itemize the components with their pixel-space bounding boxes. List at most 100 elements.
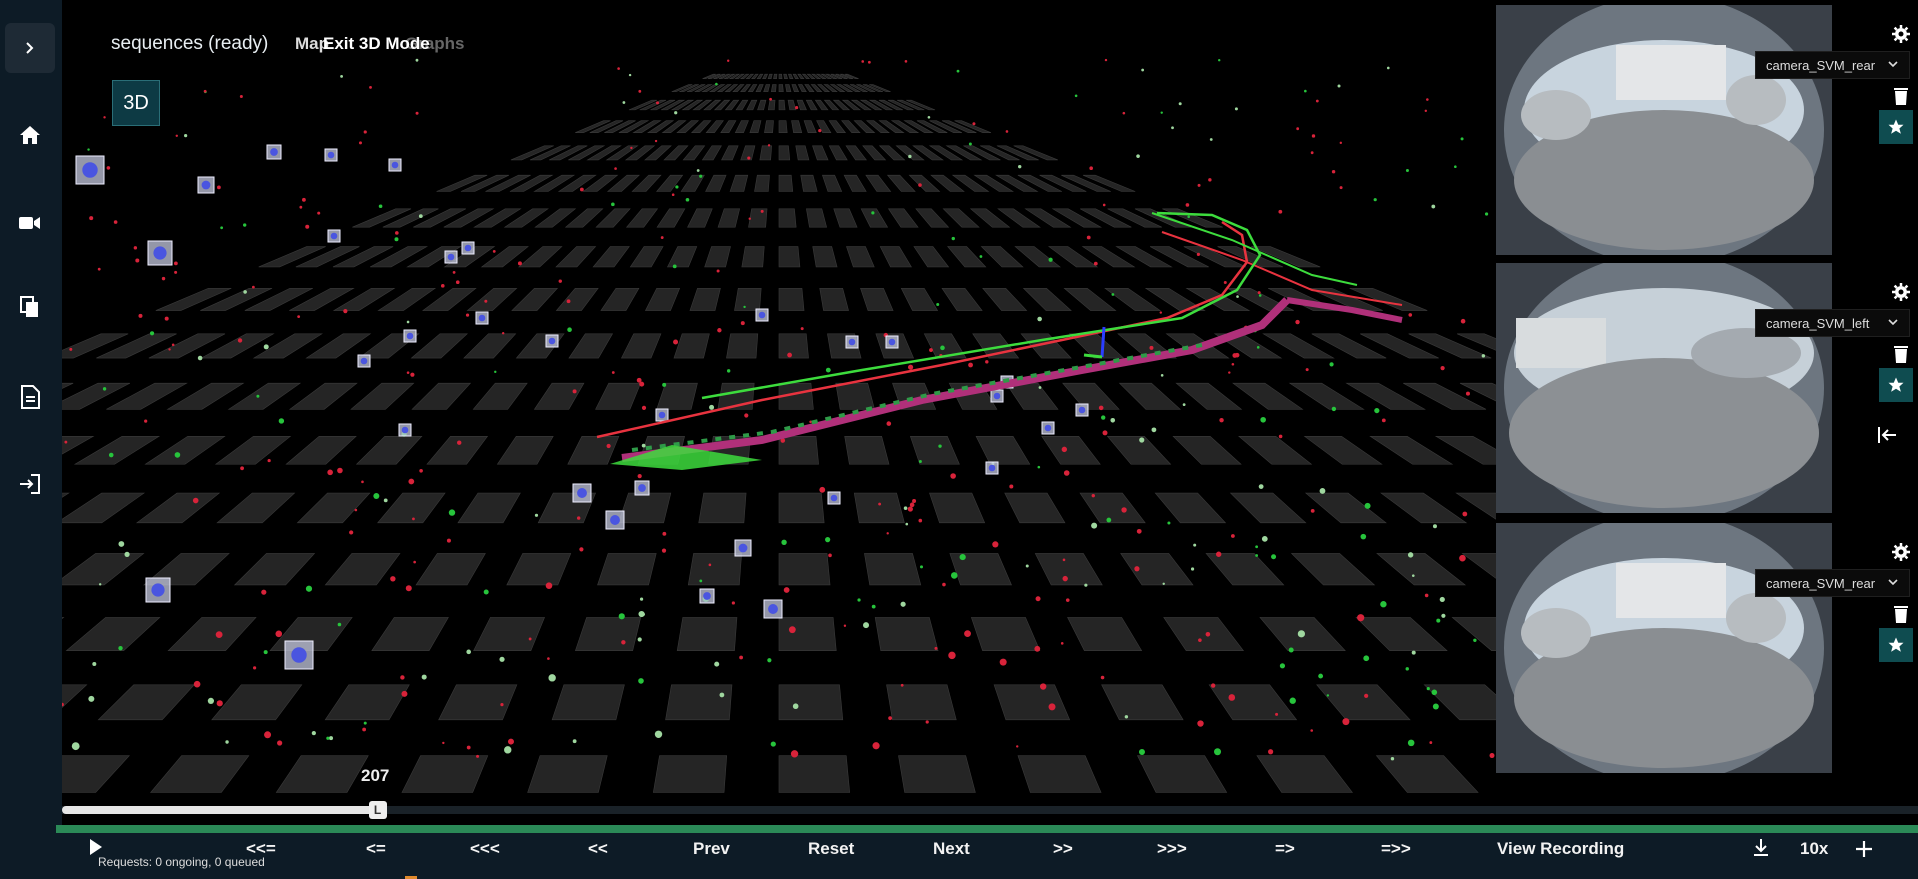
favorite-button[interactable] [1879,368,1913,402]
camera-select[interactable]: camera_SVM_rear [1755,51,1910,79]
point [1304,89,1307,93]
grid-tile [915,208,950,228]
sidebar-item-home[interactable] [5,110,55,160]
point [1318,673,1324,679]
point [770,741,776,747]
trash-icon[interactable] [1890,343,1912,365]
grid-tile [62,755,130,793]
point [940,345,945,351]
play-button[interactable] [88,837,104,857]
jump-start-button[interactable]: <<= [246,839,276,859]
point [1160,111,1163,114]
grid-tile [993,684,1071,721]
point [1339,186,1343,190]
point [135,258,140,263]
point [405,585,412,592]
point [446,538,451,543]
point [1295,319,1300,325]
grid-tile [518,246,563,268]
chevron-down-icon [1888,319,1898,326]
rewind-fast-button[interactable]: <<< [470,839,500,859]
step-back-button[interactable]: <= [366,839,386,859]
grid-tile [555,246,597,268]
point [1018,164,1022,169]
point [739,655,744,660]
point [507,738,514,745]
point [744,413,749,418]
grid-tile [62,492,145,524]
grid-tile [734,120,749,133]
forward-button[interactable]: >> [1053,839,1073,859]
point [363,721,367,725]
sidebar-expand-button[interactable] [5,23,55,73]
exit-3d-mode-button[interactable]: Exit 3D Mode [323,34,430,54]
jump-end-button[interactable]: =>> [1381,839,1411,859]
collapse-panel-icon[interactable] [1876,424,1898,446]
point [1025,564,1029,568]
point [1141,68,1145,72]
point [264,731,272,739]
grid-tile [865,174,892,192]
point [337,467,343,474]
point [818,128,822,133]
point [1074,94,1078,98]
point [547,657,550,660]
point [1110,417,1116,423]
camera-image[interactable] [1496,5,1832,255]
prev-button[interactable]: Prev [693,839,730,859]
speed-selector[interactable]: 10x [1800,839,1828,859]
point [638,89,642,93]
timeline-handle[interactable]: L [368,801,387,819]
point [628,73,632,77]
point [790,750,799,758]
trash-icon[interactable] [1890,85,1912,107]
gear-icon[interactable] [1890,541,1912,563]
point [1364,502,1371,509]
grid-tile [886,684,957,721]
3d-mode-button[interactable]: 3D [112,80,160,126]
sidebar-item-recordings[interactable] [5,198,55,248]
rewind-button[interactable]: << [588,839,608,859]
point [297,315,301,319]
favorite-button[interactable] [1879,628,1913,662]
sidebar-item-sequences[interactable] [5,282,55,332]
grid-tile [754,174,770,192]
trash-icon[interactable] [1890,603,1912,625]
download-icon[interactable] [1752,838,1770,858]
camera-image[interactable] [1496,523,1832,773]
forward-fast-button[interactable]: >>> [1157,839,1187,859]
timeline-slider[interactable]: L [62,801,1918,819]
reset-button[interactable]: Reset [808,839,854,859]
point [1223,281,1227,285]
view-recording-button[interactable]: View Recording [1497,839,1624,859]
point [1196,252,1201,256]
point [968,362,973,368]
point [611,202,615,207]
point [716,269,720,273]
camera-image[interactable] [1496,263,1832,513]
gear-icon[interactable] [1890,23,1912,45]
grid-tile [833,208,858,228]
camera-select[interactable]: camera_SVM_rear [1755,569,1910,597]
favorite-button[interactable] [1879,110,1913,144]
point [149,331,155,336]
sidebar-item-login[interactable] [5,459,55,509]
point [410,372,415,377]
point [1159,311,1163,314]
grid-tile [698,492,747,524]
gear-icon[interactable] [1890,281,1912,303]
point [395,231,399,235]
point [1065,598,1070,602]
camera-select[interactable]: camera_SVM_left [1755,309,1910,337]
3d-viewport[interactable]: sequences (ready) Map Graphs Exit 3D Mod… [62,0,1496,800]
step-forward-button[interactable]: => [1275,839,1295,859]
grid-tile [644,287,681,311]
point [1162,582,1165,585]
point [1271,554,1277,560]
grid-tile [371,617,449,651]
point [919,565,923,569]
sidebar-item-documents[interactable] [5,372,55,422]
next-button[interactable]: Next [933,839,970,859]
plus-icon[interactable] [1855,840,1873,858]
grid-tile [214,436,292,465]
